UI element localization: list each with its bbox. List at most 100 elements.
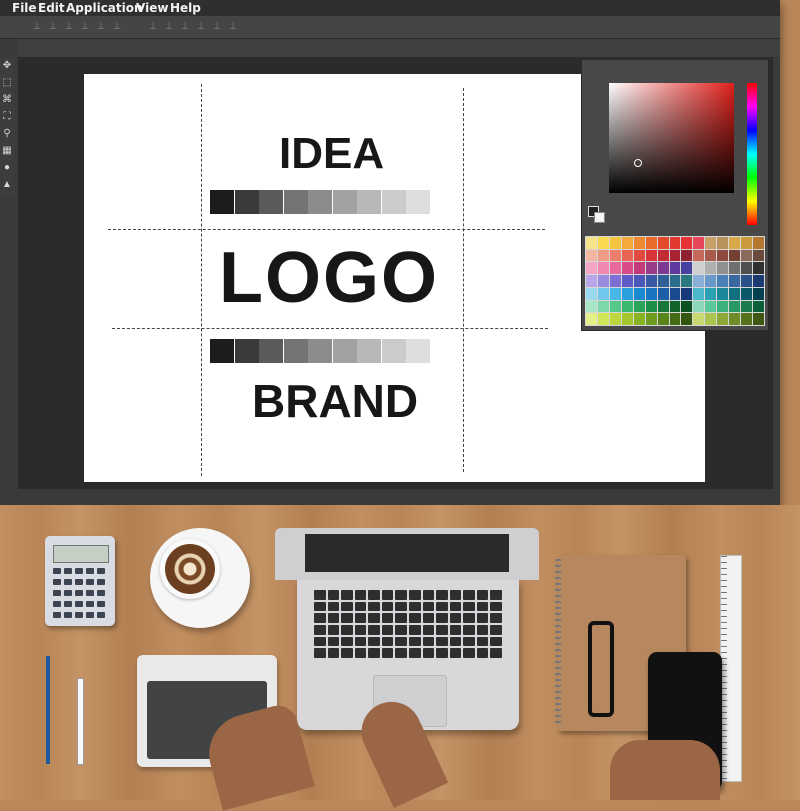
palette-swatch[interactable] — [621, 262, 633, 275]
palette-swatch[interactable] — [693, 262, 705, 275]
drop-icon[interactable]: ● — [0, 161, 14, 175]
palette-swatch[interactable] — [669, 300, 681, 313]
palette-swatch[interactable] — [753, 287, 764, 300]
palette-swatch[interactable] — [729, 237, 741, 249]
menu-view[interactable]: View — [136, 0, 168, 16]
palette-swatch[interactable] — [609, 275, 621, 287]
marquee-icon[interactable]: ⬚ — [0, 76, 14, 90]
palette-swatch[interactable] — [633, 249, 645, 262]
palette-swatch[interactable] — [597, 287, 609, 300]
palette-swatch[interactable] — [586, 237, 597, 249]
palette-swatch[interactable] — [586, 249, 597, 262]
align-left-icon[interactable]: ⊥ — [80, 21, 90, 32]
palette-swatch[interactable] — [681, 275, 693, 287]
palette-swatch[interactable] — [729, 262, 741, 275]
palette-swatch[interactable] — [609, 313, 621, 325]
palette-swatch[interactable] — [705, 237, 717, 249]
background-color-swatch[interactable] — [594, 212, 605, 223]
palette-swatch[interactable] — [717, 262, 729, 275]
palette-swatch[interactable] — [741, 313, 753, 325]
palette-swatch[interactable] — [586, 275, 597, 287]
distribute-bottom-icon[interactable]: ⊥ — [180, 21, 190, 32]
palette-swatch[interactable] — [586, 262, 597, 275]
palette-swatch[interactable] — [741, 237, 753, 249]
lasso-icon[interactable]: ⌘ — [0, 93, 14, 107]
palette-swatch[interactable] — [633, 313, 645, 325]
palette-swatch[interactable] — [729, 249, 741, 262]
palette-swatch[interactable] — [621, 275, 633, 287]
palette-swatch[interactable] — [645, 275, 657, 287]
palette-swatch[interactable] — [741, 275, 753, 287]
palette-swatch[interactable] — [693, 313, 705, 325]
palette-swatch[interactable] — [657, 313, 669, 325]
palette-swatch[interactable] — [717, 300, 729, 313]
palette-swatch[interactable] — [633, 300, 645, 313]
distribute-top-icon[interactable]: ⊥ — [148, 21, 158, 32]
palette-swatch[interactable] — [705, 275, 717, 287]
menu-help[interactable]: Help — [170, 0, 201, 16]
palette-swatch[interactable] — [729, 287, 741, 300]
palette-swatch[interactable] — [681, 262, 693, 275]
palette-swatch[interactable] — [597, 249, 609, 262]
palette-swatch[interactable] — [681, 300, 693, 313]
palette-swatch[interactable] — [669, 262, 681, 275]
palette-swatch[interactable] — [597, 300, 609, 313]
palette-swatch[interactable] — [609, 300, 621, 313]
palette-swatch[interactable] — [645, 262, 657, 275]
palette-swatch[interactable] — [681, 237, 693, 249]
palette-swatch[interactable] — [657, 249, 669, 262]
eyedropper-icon[interactable]: ⚲ — [0, 127, 14, 141]
saturation-value-field[interactable] — [609, 83, 734, 193]
sharpen-icon[interactable]: ▲ — [0, 178, 14, 192]
distribute-right-icon[interactable]: ⊥ — [228, 21, 238, 32]
palette-swatch[interactable] — [657, 237, 669, 249]
palette-swatch[interactable] — [597, 237, 609, 249]
palette-swatch[interactable] — [657, 300, 669, 313]
palette-swatch[interactable] — [669, 249, 681, 262]
menu-file[interactable]: File — [12, 0, 37, 16]
palette-swatch[interactable] — [657, 275, 669, 287]
palette-swatch[interactable] — [741, 300, 753, 313]
hue-slider[interactable] — [747, 83, 757, 225]
palette-swatch[interactable] — [597, 262, 609, 275]
palette-swatch[interactable] — [705, 313, 717, 325]
color-cursor[interactable] — [634, 159, 642, 167]
palette-swatch[interactable] — [621, 300, 633, 313]
palette-swatch[interactable] — [645, 313, 657, 325]
palette-swatch[interactable] — [729, 300, 741, 313]
align-vcenter-icon[interactable]: ⊥ — [48, 21, 58, 32]
palette-swatch[interactable] — [669, 237, 681, 249]
palette-swatch[interactable] — [669, 313, 681, 325]
palette-swatch[interactable] — [645, 300, 657, 313]
palette-swatch[interactable] — [741, 249, 753, 262]
palette-swatch[interactable] — [753, 237, 764, 249]
palette-swatch[interactable] — [657, 287, 669, 300]
palette-swatch[interactable] — [609, 237, 621, 249]
palette-swatch[interactable] — [753, 313, 764, 325]
align-hcenter-icon[interactable]: ⊥ — [96, 21, 106, 32]
palette-swatch[interactable] — [621, 237, 633, 249]
palette-swatch[interactable] — [717, 237, 729, 249]
palette-swatch[interactable] — [597, 313, 609, 325]
palette-swatch[interactable] — [645, 287, 657, 300]
palette-swatch[interactable] — [621, 313, 633, 325]
palette-swatch[interactable] — [621, 249, 633, 262]
palette-swatch[interactable] — [753, 262, 764, 275]
distribute-vcenter-icon[interactable]: ⊥ — [164, 21, 174, 32]
align-bottom-icon[interactable]: ⊥ — [64, 21, 74, 32]
move-icon[interactable]: ✥ — [0, 59, 14, 73]
palette-swatch[interactable] — [705, 287, 717, 300]
palette-swatch[interactable] — [681, 287, 693, 300]
palette-swatch[interactable] — [693, 300, 705, 313]
menu-edit[interactable]: Edit — [38, 0, 65, 16]
palette-swatch[interactable] — [741, 262, 753, 275]
palette-swatch[interactable] — [729, 275, 741, 287]
align-right-icon[interactable]: ⊥ — [112, 21, 122, 32]
palette-swatch[interactable] — [681, 249, 693, 262]
palette-swatch[interactable] — [717, 275, 729, 287]
palette-swatch[interactable] — [633, 287, 645, 300]
palette-swatch[interactable] — [705, 262, 717, 275]
palette-swatch[interactable] — [657, 262, 669, 275]
distribute-hcenter-icon[interactable]: ⊥ — [212, 21, 222, 32]
palette-swatch[interactable] — [681, 313, 693, 325]
